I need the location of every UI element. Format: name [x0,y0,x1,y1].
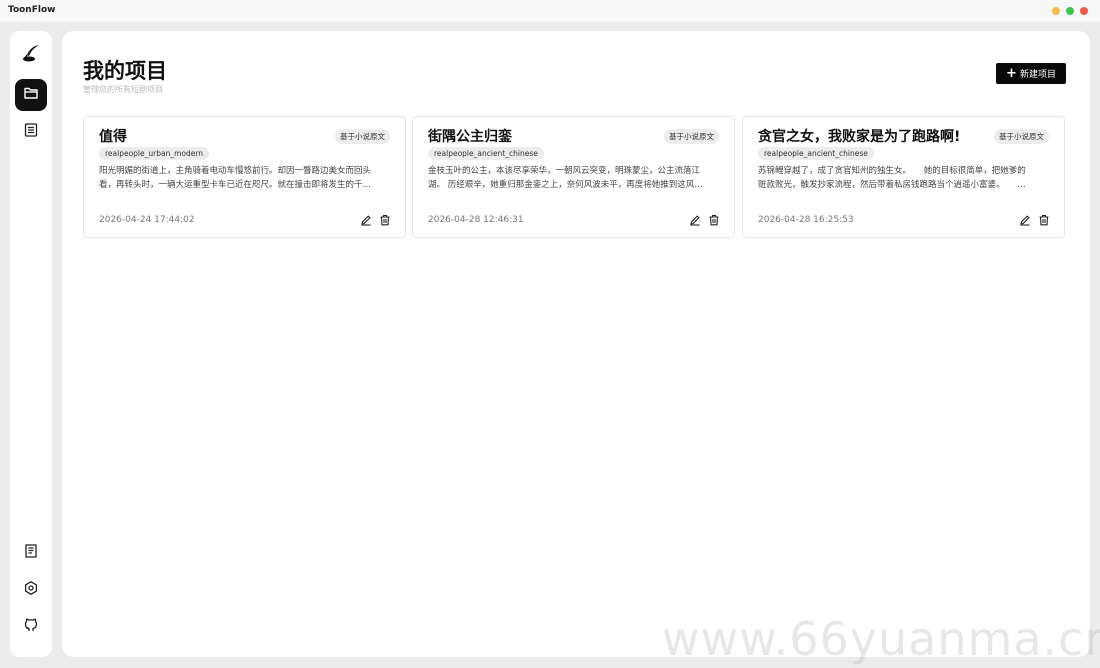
sidebar-item-settings[interactable] [15,574,47,606]
project-card[interactable]: 贪官之女，我败家是为了跑路啊! 基于小说原文 realpeople_ancien… [742,116,1065,238]
folder-icon [23,85,39,105]
project-title: 贪官之女，我败家是为了跑路啊! [758,129,961,145]
description-line: 金枝玉叶的公主，本该尽享荣华，一朝风云突变，明珠蒙尘，公主流落江 [428,166,701,176]
project-card[interactable]: 街隅公主归銮 基于小说原文 realpeople_ancient_chinese… [412,116,735,238]
page-subtitle: 管理您的所有短剧项目 [83,85,163,94]
close-window-button[interactable] [1080,7,1088,15]
trash-icon[interactable] [1037,213,1051,227]
description-line: 赃款败光，触发抄家流程，然后带着私房钱跑路当个逍遥小富婆。 … [758,180,1026,190]
document-list-icon [23,122,39,142]
project-card[interactable]: 值得 基于小说原文 realpeople_urban_modern 阳光明媚的街… [83,116,406,238]
project-date: 2026-04-28 16:25:53 [758,215,854,225]
trash-icon[interactable] [378,213,392,227]
new-project-button[interactable]: + 新建项目 [996,63,1066,84]
page-title: 我的项目 [83,59,167,83]
main-panel: 我的项目 管理您的所有短剧项目 + 新建项目 值得 基于小说原文 realpeo… [62,31,1090,657]
notes-icon [23,543,39,563]
project-date: 2026-04-24 17:44:02 [99,215,195,225]
app-logo [15,39,47,71]
app-title: ToonFlow [8,5,56,15]
minimize-button[interactable] [1052,7,1060,15]
style-tag: realpeople_urban_modern [99,147,210,160]
style-tag: realpeople_ancient_chinese [428,147,544,160]
project-description: 苏锦鲤穿越了，成了贪官知州的独生女。 她的目标很简单，把她爹的 赃款败光，触发抄… [758,164,1050,193]
edit-pencil-icon[interactable] [688,213,702,227]
sidebar-item-notes[interactable] [15,537,47,569]
project-date: 2026-04-28 12:46:31 [428,215,524,225]
sidebar-item-documents[interactable] [15,116,47,148]
project-description: 金枝玉叶的公主，本该尽享荣华，一朝风云突变，明珠蒙尘，公主流落江 湖。 历经艰辛… [428,164,720,193]
github-icon [23,617,39,637]
trash-icon[interactable] [707,213,721,227]
source-badge: 基于小说原文 [664,129,719,144]
edit-pencil-icon[interactable] [1018,213,1032,227]
style-tag: realpeople_ancient_chinese [758,147,874,160]
sidebar [10,31,52,657]
description-line: 看，再转头时，一辆大运重型卡车已近在咫尺。就在撞击即将发生的千… [99,180,372,190]
quill-ink-icon [21,43,41,67]
settings-gear-icon [23,580,39,600]
window-titlebar: ToonFlow [0,0,1100,22]
sidebar-item-projects[interactable] [15,79,47,111]
description-line: 阳光明媚的街道上，主角骑着电动车慢悠前行。却因一瞥路边美女而回头 [99,166,372,176]
sidebar-item-github[interactable] [15,611,47,643]
description-line: 苏锦鲤穿越了，成了贪官知州的独生女。 她的目标很简单，把她爹的 [758,166,1026,176]
maximize-button[interactable] [1066,7,1074,15]
project-title: 街隅公主归銮 [428,129,512,145]
watermark: www.66yuanma.cn [662,612,1100,666]
project-title: 值得 [99,129,127,145]
project-description: 阳光明媚的街道上，主角骑着电动车慢悠前行。却因一瞥路边美女而回头 看，再转头时，… [99,164,391,193]
edit-pencil-icon[interactable] [359,213,373,227]
plus-icon: + [1006,66,1017,81]
description-line: 湖。 历经艰辛，她重归那金銮之上，奈何风波未平，再度将她推到这风… [428,180,703,190]
new-project-label: 新建项目 [1019,70,1056,80]
source-badge: 基于小说原文 [994,129,1049,144]
source-badge: 基于小说原文 [335,129,390,144]
